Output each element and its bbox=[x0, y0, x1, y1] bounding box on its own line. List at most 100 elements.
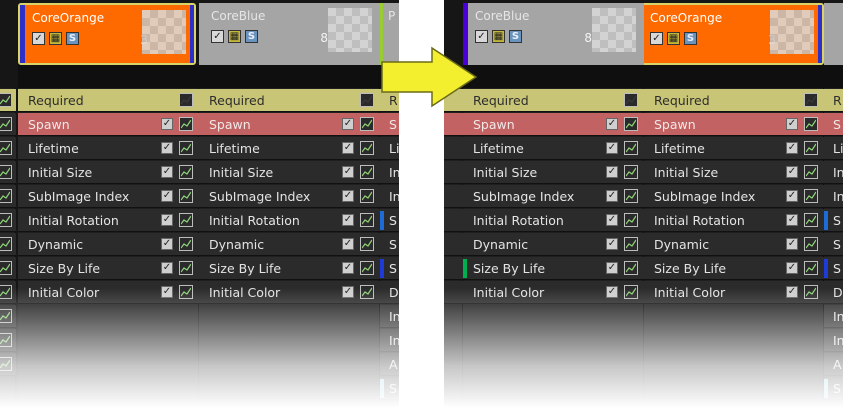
module-row[interactable] bbox=[0, 281, 16, 304]
curve-graph-icon[interactable] bbox=[0, 117, 12, 131]
module-row[interactable]: SubImage Index ✓ bbox=[463, 185, 644, 208]
curve-graph-icon[interactable] bbox=[804, 189, 818, 203]
curve-graph-icon[interactable] bbox=[360, 165, 374, 179]
curve-graph-icon[interactable] bbox=[0, 93, 12, 107]
emitter-header[interactable] bbox=[824, 3, 843, 65]
module-enable-checkbox[interactable]: ✓ bbox=[606, 262, 618, 274]
emitter-header[interactable]: CoreBlue ✓ ▦ S 8 bbox=[199, 3, 380, 65]
curve-graph-icon[interactable] bbox=[804, 261, 818, 275]
module-row[interactable]: D bbox=[380, 281, 399, 304]
module-row[interactable] bbox=[0, 113, 16, 136]
module-row[interactable] bbox=[0, 161, 16, 184]
curve-graph-icon[interactable] bbox=[179, 285, 193, 299]
module-row[interactable]: Size By Life ✓ bbox=[644, 257, 824, 280]
module-row[interactable]: Initial Color ✓ bbox=[199, 281, 380, 304]
module-enable-checkbox[interactable]: ✓ bbox=[161, 190, 173, 202]
module-row[interactable] bbox=[0, 137, 16, 160]
module-row[interactable]: Initial Size ✓ bbox=[199, 161, 380, 184]
curve-graph-icon[interactable] bbox=[0, 309, 12, 323]
emitter-column-coreorange[interactable]: CoreOrange ✓ ▦ S 3 Required Spawn ✓ Lifet… bbox=[644, 0, 824, 408]
module-row[interactable]: Lifetime ✓ bbox=[199, 137, 380, 160]
module-enable-checkbox[interactable]: ✓ bbox=[161, 142, 173, 154]
module-enable-checkbox[interactable]: ✓ bbox=[606, 142, 618, 154]
module-row[interactable]: S bbox=[824, 233, 843, 256]
module-row[interactable]: Initial Rotation ✓ bbox=[644, 209, 824, 232]
module-row[interactable]: Initial Rotation ✓ bbox=[463, 209, 644, 232]
curve-graph-icon[interactable] bbox=[624, 285, 638, 299]
module-row[interactable]: S bbox=[380, 257, 399, 280]
curve-graph-icon[interactable] bbox=[624, 189, 638, 203]
curve-graph-icon[interactable] bbox=[0, 261, 12, 275]
module-row[interactable] bbox=[444, 257, 463, 280]
curve-graph-icon[interactable] bbox=[179, 141, 193, 155]
emitter-grid-icon[interactable]: ▦ bbox=[228, 30, 241, 43]
module-row[interactable]: A bbox=[380, 353, 399, 376]
module-enable-checkbox[interactable]: ✓ bbox=[606, 190, 618, 202]
curve-graph-icon[interactable] bbox=[179, 213, 193, 227]
module-row[interactable]: Initial Size ✓ bbox=[644, 161, 824, 184]
curve-graph-icon[interactable] bbox=[624, 261, 638, 275]
module-enable-checkbox[interactable]: ✓ bbox=[161, 214, 173, 226]
module-row[interactable]: Initial Color ✓ bbox=[463, 281, 644, 304]
module-enable-checkbox[interactable]: ✓ bbox=[786, 262, 798, 274]
emitter-header-selected[interactable]: CoreOrange ✓ ▦ S 3 bbox=[18, 3, 196, 65]
curve-graph-icon[interactable] bbox=[804, 93, 818, 107]
module-enable-checkbox[interactable]: ✓ bbox=[342, 214, 354, 226]
module-row[interactable]: Size By Life ✓ bbox=[463, 257, 644, 280]
curve-graph-icon[interactable] bbox=[624, 237, 638, 251]
module-row[interactable] bbox=[444, 137, 463, 160]
module-row[interactable]: In bbox=[824, 329, 843, 352]
module-row[interactable]: A bbox=[824, 353, 843, 376]
module-row[interactable]: Initial Color ✓ bbox=[18, 281, 199, 304]
module-enable-checkbox[interactable]: ✓ bbox=[342, 286, 354, 298]
module-enable-checkbox[interactable]: ✓ bbox=[161, 262, 173, 274]
curve-graph-icon[interactable] bbox=[0, 165, 12, 179]
module-row[interactable]: Lifetime ✓ bbox=[18, 137, 199, 160]
emitter-column-coreblue[interactable]: CoreBlue ✓ ▦ S 8 Required Spawn ✓ Lifetim… bbox=[199, 0, 380, 408]
solo-icon[interactable]: S bbox=[509, 30, 522, 43]
module-enable-checkbox[interactable]: ✓ bbox=[606, 166, 618, 178]
module-row[interactable]: Size By Life ✓ bbox=[18, 257, 199, 280]
module-enable-checkbox[interactable]: ✓ bbox=[606, 214, 618, 226]
module-row[interactable]: Initial Size ✓ bbox=[18, 161, 199, 184]
module-row[interactable] bbox=[0, 89, 16, 112]
curve-graph-icon[interactable] bbox=[179, 237, 193, 251]
emitter-column-coreblue[interactable]: CoreBlue ✓ ▦ S 8 Required Spawn ✓ Lifetim… bbox=[463, 0, 644, 408]
module-enable-checkbox[interactable]: ✓ bbox=[786, 166, 798, 178]
curve-graph-icon[interactable] bbox=[179, 165, 193, 179]
module-row-required[interactable]: Required bbox=[463, 89, 644, 112]
module-row-required[interactable]: Required bbox=[644, 89, 824, 112]
module-row[interactable]: Initial Size ✓ bbox=[463, 161, 644, 184]
module-row[interactable] bbox=[0, 233, 16, 256]
module-row[interactable]: In bbox=[824, 161, 843, 184]
curve-graph-icon[interactable] bbox=[360, 285, 374, 299]
module-row[interactable] bbox=[444, 281, 463, 304]
module-row[interactable]: SubImage Index ✓ bbox=[18, 185, 199, 208]
curve-graph-icon[interactable] bbox=[0, 285, 12, 299]
module-enable-checkbox[interactable]: ✓ bbox=[786, 214, 798, 226]
curve-graph-icon[interactable] bbox=[360, 261, 374, 275]
curve-graph-icon[interactable] bbox=[624, 165, 638, 179]
module-row[interactable] bbox=[444, 185, 463, 208]
module-row[interactable]: SubImage Index ✓ bbox=[644, 185, 824, 208]
module-row[interactable] bbox=[0, 257, 16, 280]
module-enable-checkbox[interactable]: ✓ bbox=[161, 166, 173, 178]
curve-graph-icon[interactable] bbox=[624, 117, 638, 131]
module-row[interactable]: S bbox=[380, 113, 399, 136]
curve-graph-icon[interactable] bbox=[804, 165, 818, 179]
module-enable-checkbox[interactable]: ✓ bbox=[342, 190, 354, 202]
module-row-spawn[interactable]: Spawn ✓ bbox=[199, 113, 380, 136]
curve-graph-icon[interactable] bbox=[804, 285, 818, 299]
module-enable-checkbox[interactable]: ✓ bbox=[786, 142, 798, 154]
module-enable-checkbox[interactable]: ✓ bbox=[161, 238, 173, 250]
module-row[interactable] bbox=[444, 161, 463, 184]
module-row[interactable]: S bbox=[824, 113, 843, 136]
curve-graph-icon[interactable] bbox=[360, 93, 374, 107]
module-row[interactable]: In bbox=[380, 185, 399, 208]
emitter-column-partial[interactable]: R S Li In In S S S D In In A S bbox=[824, 0, 843, 408]
curve-graph-icon[interactable] bbox=[360, 237, 374, 251]
module-row[interactable]: Dynamic ✓ bbox=[199, 233, 380, 256]
module-enable-checkbox[interactable]: ✓ bbox=[342, 166, 354, 178]
emitter-grid-icon[interactable]: ▦ bbox=[667, 32, 680, 45]
module-row[interactable]: Li bbox=[380, 137, 399, 160]
